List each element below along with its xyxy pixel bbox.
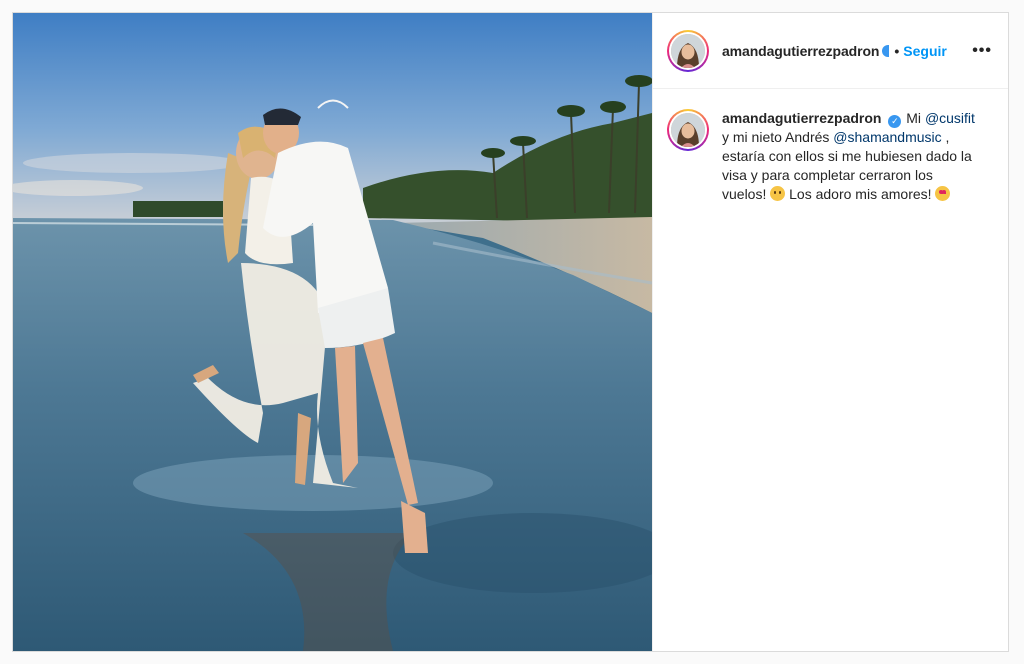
more-options-icon[interactable]: ••• — [972, 42, 992, 58]
mention-link[interactable]: @cusifit — [925, 110, 975, 126]
post-image[interactable] — [13, 13, 652, 651]
follow-button[interactable]: Seguir — [903, 43, 947, 59]
caption-text: amandagutierrezpadron ✓ Mi @cusifit y mi… — [722, 109, 977, 204]
smiling-face-hearts-emoji-icon — [935, 186, 951, 201]
post-sidebar: amandagutierrezpadron • Seguir ••• amand… — [652, 13, 1008, 651]
verified-check-icon: ✓ — [888, 115, 902, 128]
post-caption: amandagutierrezpadron ✓ Mi @cusifit y mi… — [653, 89, 1008, 204]
caption-part-2: y mi nieto Andrés — [722, 129, 830, 145]
profile-photo-icon — [671, 33, 705, 68]
verified-badge-icon — [882, 44, 890, 57]
caption-avatar — [671, 113, 705, 147]
caption-story-ring[interactable] — [667, 109, 709, 151]
avatar — [671, 33, 705, 68]
header-username[interactable]: amandagutierrezpadron — [722, 43, 879, 59]
caption-username[interactable]: amandagutierrezpadron — [722, 110, 881, 126]
beach-photo — [13, 13, 652, 651]
profile-photo-icon — [671, 113, 705, 147]
caption-part-1: Mi — [906, 110, 922, 126]
instagram-post: amandagutierrezpadron • Seguir ••• amand… — [12, 12, 1009, 652]
caption-part-4: Los adoro mis amores! — [789, 186, 932, 202]
post-header: amandagutierrezpadron • Seguir ••• — [653, 13, 1008, 89]
sad-face-emoji-icon — [770, 186, 786, 201]
mention-link[interactable]: @shamandmusic — [833, 129, 941, 145]
separator-dot: • — [894, 42, 900, 59]
story-ring[interactable] — [667, 29, 709, 72]
